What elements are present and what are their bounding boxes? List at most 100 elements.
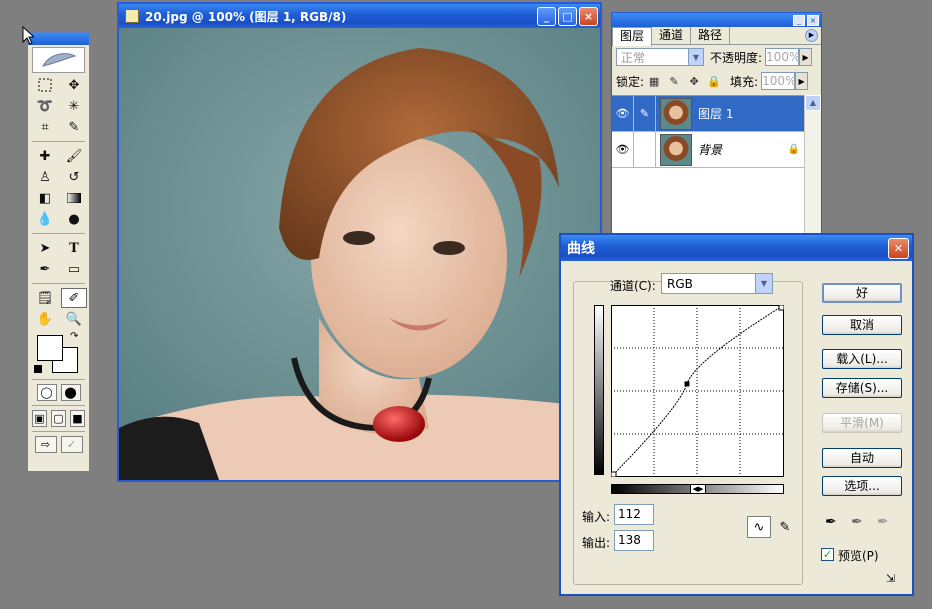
input-gradient-bar: ◀▶ (611, 484, 784, 494)
tab-channels[interactable]: 通道 (652, 27, 692, 44)
screen-mode-standard-icon[interactable]: ▣ (32, 410, 47, 427)
healing-brush-icon[interactable]: ✚ (32, 146, 58, 166)
gray-eyedropper-icon[interactable]: ✒ (851, 514, 863, 530)
gradient-toggle-icon[interactable]: ◀▶ (690, 484, 706, 494)
zoom-tool-icon[interactable]: 🔍 (61, 309, 87, 329)
lock-position-icon[interactable]: ✥ (687, 74, 701, 88)
white-eyedropper-icon[interactable]: ✒ (877, 514, 889, 530)
blend-mode-select[interactable]: 正常 ▼ (616, 48, 704, 66)
palette-tabs: 图层 通道 路径 ▶ (612, 27, 821, 46)
scroll-up-icon[interactable]: ▲ (805, 95, 821, 111)
marquee-tool-icon[interactable] (32, 75, 58, 95)
black-eyedropper-icon[interactable]: ✒ (825, 514, 837, 530)
chevron-down-icon: ▼ (755, 274, 772, 293)
slice-tool-icon[interactable]: ✎ (61, 117, 87, 137)
palette-minimize-icon[interactable]: _ (793, 14, 805, 26)
swap-colors-icon[interactable]: ↷ (70, 331, 78, 342)
foreground-color-swatch[interactable] (37, 335, 63, 361)
output-field[interactable]: 138 (614, 530, 654, 551)
crop-tool-icon[interactable]: ⌗ (32, 117, 58, 137)
path-selection-icon[interactable]: ➤ (32, 238, 58, 258)
gradient-tool-icon[interactable] (61, 188, 87, 208)
layers-palette: _ × 图层 通道 路径 ▶ 正常 ▼ 不透明度: 100% ▶ 锁定: ▦ ✎… (611, 12, 822, 248)
blend-mode-value: 正常 (621, 50, 646, 65)
opacity-field[interactable]: 100% (765, 48, 800, 66)
lock-label: 锁定: (616, 74, 645, 89)
expand-dialog-icon[interactable]: ⇲ (886, 572, 895, 585)
lock-all-icon[interactable]: 🔒 (707, 74, 721, 88)
tools-palette-titlebar[interactable] (28, 33, 89, 45)
palette-close-icon[interactable]: × (807, 14, 819, 26)
brush-link-icon[interactable]: ✎ (634, 95, 656, 132)
layers-palette-titlebar[interactable]: _ × (612, 13, 821, 27)
clone-stamp-icon[interactable]: ♙ (32, 167, 58, 187)
curve-point-tool-icon[interactable]: ∿ (747, 516, 771, 538)
history-brush-icon[interactable]: ↺ (61, 167, 87, 187)
curves-titlebar[interactable]: 曲线 ✕ (561, 235, 912, 261)
brush-tool-icon[interactable]: 🖌 (61, 146, 87, 166)
input-field[interactable]: 112 (614, 504, 654, 525)
notes-tool-icon[interactable]: 🗒 (32, 288, 58, 308)
save-button[interactable]: 存储(S)... (822, 378, 902, 398)
link-cell[interactable] (634, 131, 656, 168)
pen-tool-icon[interactable]: ✒ (32, 259, 58, 279)
curve-endpoint-high (778, 305, 784, 311)
lasso-tool-icon[interactable]: ➰ (32, 96, 58, 116)
lock-transparency-icon[interactable]: ▦ (647, 74, 661, 88)
channel-select[interactable]: RGB ▼ (661, 273, 773, 294)
blur-tool-icon[interactable]: 💧 (32, 209, 58, 229)
ok-button[interactable]: 好 (822, 283, 902, 303)
close-icon[interactable]: ✕ (888, 237, 909, 259)
fill-slider-button[interactable]: ▶ (795, 72, 809, 90)
eye-visibility-icon[interactable]: 👁 (612, 131, 634, 168)
hand-tool-icon[interactable]: ✋ (32, 309, 58, 329)
layer-row-background[interactable]: 👁 背景 🔒 (612, 131, 806, 168)
preview-checkbox[interactable]: ✓ (821, 548, 834, 561)
smooth-button[interactable]: 平滑(M) (822, 413, 902, 433)
opacity-slider-button[interactable]: ▶ (799, 48, 813, 66)
quick-mask-mode-icon[interactable]: ⬤ (60, 384, 81, 401)
screen-mode-menu-icon[interactable]: ▢ (51, 410, 66, 427)
standard-mode-icon[interactable]: ◯ (36, 384, 57, 401)
eyedropper-tool-icon[interactable]: ✐ (61, 288, 87, 308)
shape-tool-icon[interactable]: ▭ (61, 259, 87, 279)
layer-row-layer1[interactable]: 👁 ✎ 图层 1 (612, 95, 806, 132)
magic-wand-icon[interactable]: ✳ (61, 96, 87, 116)
close-button[interactable]: × (579, 6, 598, 26)
screen-mode-full-icon[interactable]: ■ (70, 410, 85, 427)
output-label: 输出: (582, 536, 611, 550)
feather-logo-icon[interactable] (32, 47, 85, 73)
layers-scrollbar[interactable]: ▲ (804, 95, 821, 241)
fill-field[interactable]: 100% (761, 72, 796, 90)
lock-image-icon[interactable]: ✎ (667, 74, 681, 88)
output-gradient-bar (594, 305, 604, 475)
options-button[interactable]: 选项... (822, 476, 902, 496)
default-colors-icon[interactable] (34, 365, 42, 373)
eye-visibility-icon[interactable]: 👁 (612, 95, 634, 132)
layer-list: 👁 ✎ 图层 1 👁 背景 🔒 (612, 95, 806, 241)
opacity-label: 不透明度: (710, 50, 763, 65)
curve-graph[interactable] (611, 305, 784, 477)
minimize-button[interactable]: _ (537, 6, 556, 26)
maximize-button[interactable]: □ (558, 6, 577, 26)
load-button[interactable]: 载入(L)... (822, 349, 902, 369)
eraser-tool-icon[interactable]: ◧ (32, 188, 58, 208)
palette-menu-icon[interactable]: ▶ (805, 29, 818, 42)
move-tool-icon[interactable]: ✥ (61, 75, 87, 95)
tab-layers[interactable]: 图层 (612, 27, 653, 46)
pencil-tool-icon[interactable]: ✎ (773, 516, 797, 538)
image-document-window: 20.jpg @ 100% (图层 1, RGB/8) _ □ × (117, 2, 602, 482)
tab-paths[interactable]: 路径 (691, 27, 731, 44)
image-window-titlebar[interactable]: 20.jpg @ 100% (图层 1, RGB/8) _ □ × (119, 4, 600, 28)
type-tool-icon[interactable]: T (61, 238, 87, 258)
mouse-cursor-icon (22, 26, 34, 45)
curve-endpoint-low (611, 471, 617, 477)
cancel-button[interactable]: 取消 (822, 315, 902, 335)
channel-label: 通道(C): (610, 279, 656, 293)
fill-label: 填充: (730, 74, 759, 89)
dodge-tool-icon[interactable]: ● (61, 209, 87, 229)
commit-icon[interactable]: ✓ (60, 436, 83, 453)
image-canvas[interactable] (119, 28, 600, 480)
auto-button[interactable]: 自动 (822, 448, 902, 468)
jump-to-imageready-icon[interactable]: ⇨ (34, 436, 57, 453)
